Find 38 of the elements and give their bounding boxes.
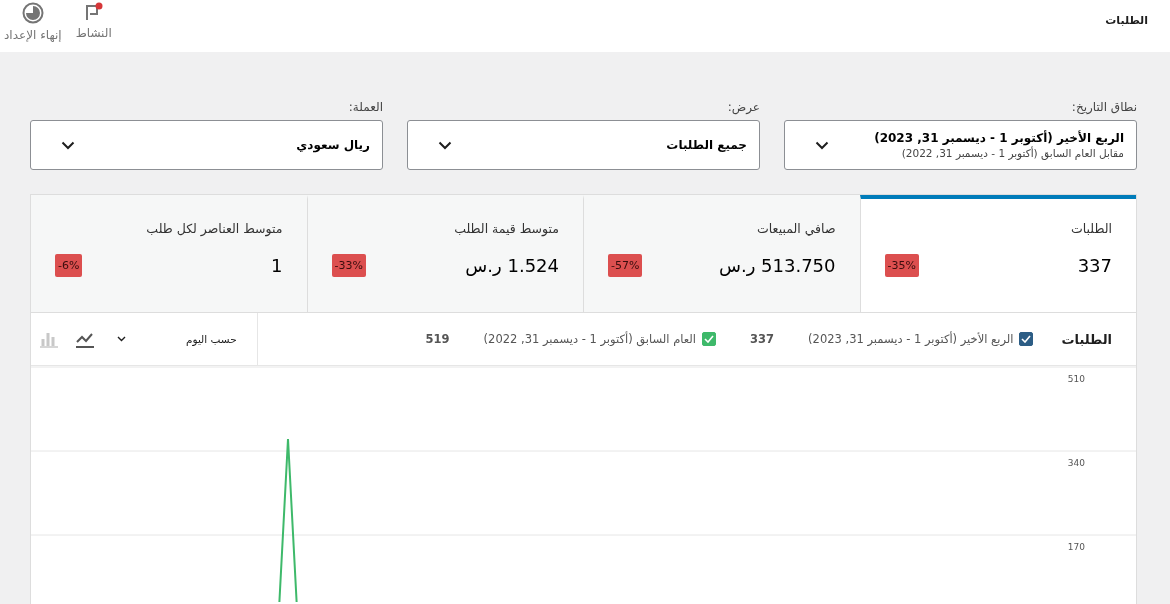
legend-total: 519 (425, 332, 450, 346)
legend-label: الربع الأخير (أكتوبر 1 - ديسمبر 31, 2023) (808, 332, 1014, 346)
filter-dropdown[interactable]: الربع الأخير (أكتوبر 1 - ديسمبر 31, 2023) مقابل العام السابق (أكتوبر 1 - ديسمبر 31, 2022) (784, 120, 1137, 170)
metric-label: الطلبات (1069, 221, 1112, 236)
legend-checkbox[interactable] (702, 332, 717, 346)
metric-value: 513.750 ر.س (718, 255, 836, 276)
chart-title: الطلبات (1060, 331, 1113, 347)
filter-label: عرض: (727, 100, 760, 114)
delta-badge: -6% (55, 254, 83, 277)
metric-label: صافي المبيعات (756, 221, 836, 236)
filter-label: نطاق التاريخ: (1071, 100, 1137, 114)
filter-dropdown[interactable]: ريال سعودي (30, 120, 383, 170)
metric-value: 1.524 ر.س (465, 255, 559, 276)
delta-badge: -33% (331, 254, 366, 277)
y-tick-label: 340 (1067, 458, 1085, 468)
metric-label: متوسط العناصر لكل طلب (145, 221, 283, 236)
legend-total: 337 (750, 332, 775, 346)
metric-value: 1 (271, 255, 283, 276)
chevron-down-icon (815, 140, 829, 150)
header-action-button[interactable]: إنهاء الإعداد (0, 0, 66, 44)
metric-label: متوسط قيمة الطلب (453, 221, 559, 236)
legend-checkbox[interactable] (1019, 332, 1034, 346)
y-tick-label: 510 (1067, 374, 1085, 384)
caret-icon (117, 336, 126, 342)
page-title: الطلبات (1105, 14, 1148, 27)
delta-badge: -35% (884, 254, 919, 277)
header-action-button[interactable]: النشاط (71, 0, 116, 44)
filter-label: العملة: (348, 100, 383, 114)
progress-icon (21, 2, 44, 24)
delta-badge: -57% (608, 254, 643, 277)
chevron-down-icon (61, 140, 75, 150)
y-tick-label: 170 (1067, 542, 1085, 552)
metric-value: 337 (1077, 255, 1112, 276)
legend-label: العام السابق (أكتوبر 1 - ديسمبر 31, 2022) (483, 332, 697, 346)
chevron-down-icon (438, 140, 452, 150)
filter-dropdown[interactable]: جميع الطلبات (407, 120, 760, 170)
interval-dropdown[interactable]: حسب اليوم (103, 333, 257, 345)
bar-chart-icon (39, 330, 59, 348)
